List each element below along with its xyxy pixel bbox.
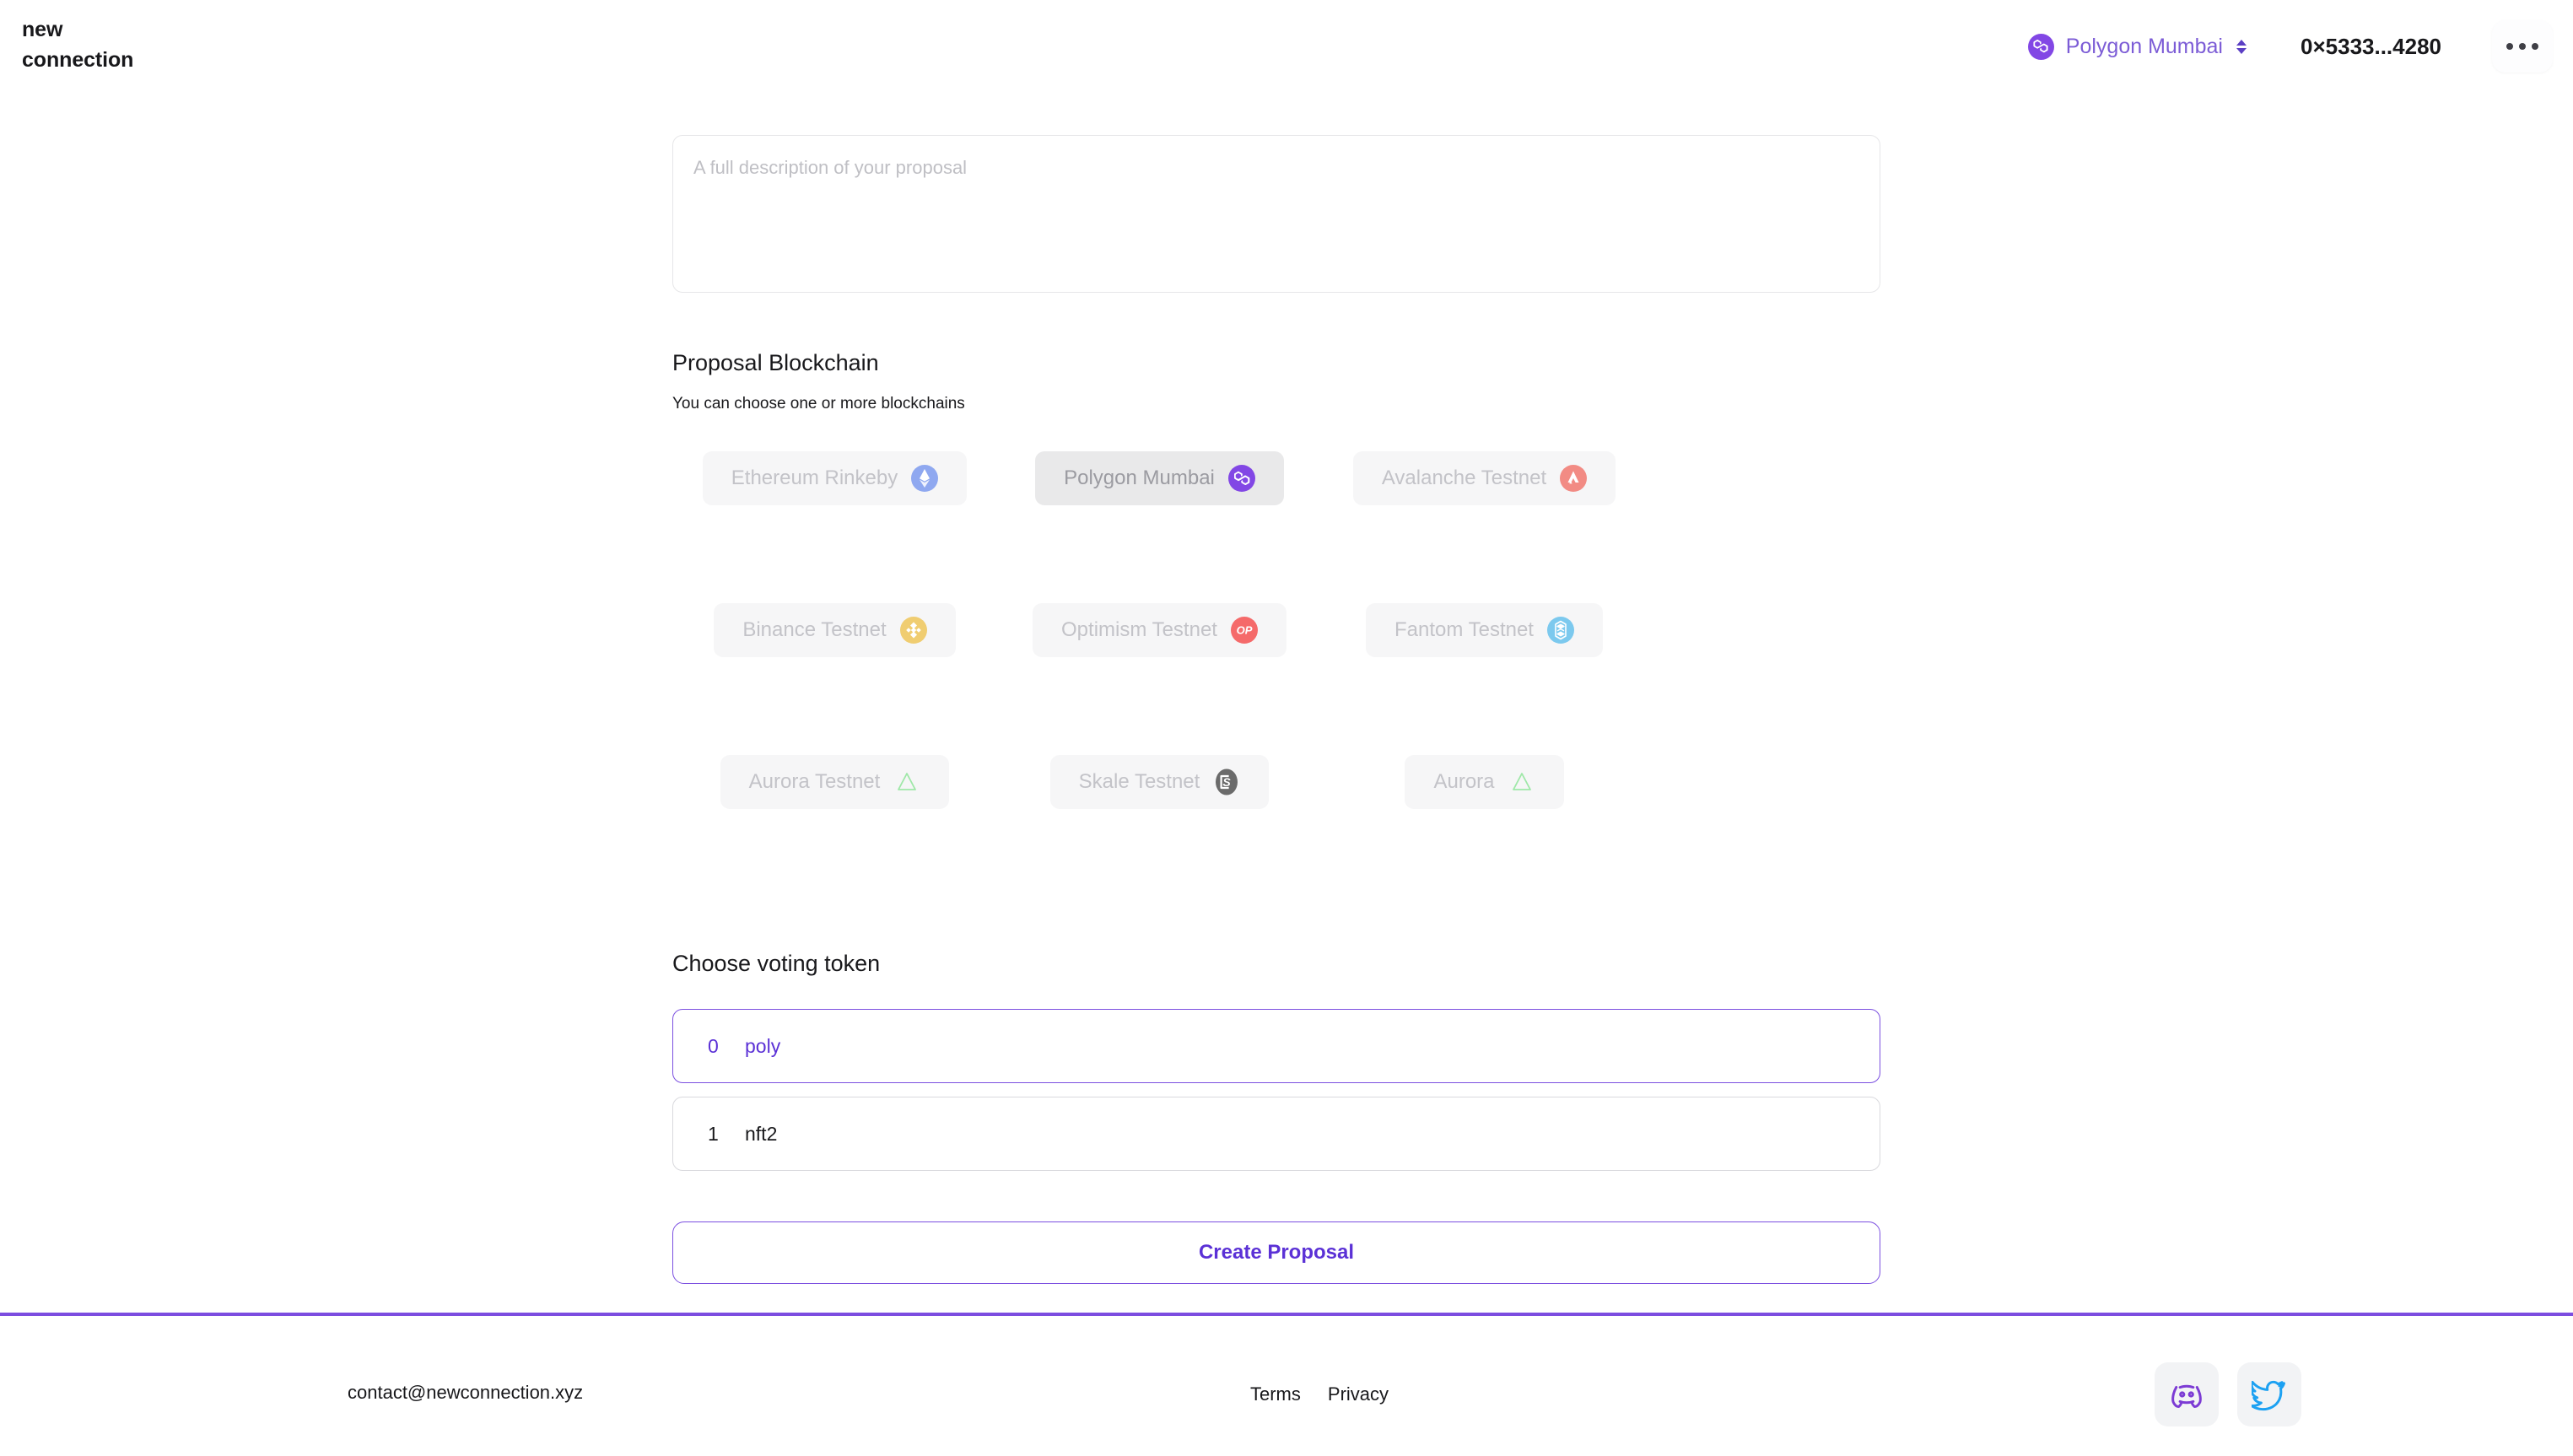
overflow-menu-button[interactable] xyxy=(2492,20,2553,73)
optimism-icon: OP xyxy=(1230,617,1258,644)
blockchain-chip-cell: Polygon Mumbai xyxy=(997,451,1322,603)
discord-button[interactable] xyxy=(2155,1362,2219,1426)
blockchain-chip-aurora[interactable]: Aurora xyxy=(1405,755,1564,809)
blockchain-chip-cell: Aurora Testnet xyxy=(672,755,997,907)
network-selector[interactable]: Polygon Mumbai xyxy=(2020,27,2255,67)
app-header: new connection Polygon Mumbai 0×5333...4… xyxy=(0,0,2573,93)
brand-logo-line-1: new xyxy=(22,18,63,41)
skale-icon: S xyxy=(1213,768,1240,795)
social-buttons xyxy=(2155,1362,2301,1426)
blockchain-chip-cell: Aurora xyxy=(1322,755,1647,907)
blockchain-chip-label: Polygon Mumbai xyxy=(1064,466,1215,489)
aurora-icon xyxy=(893,768,920,795)
proposal-form: Proposal Blockchain You can choose one o… xyxy=(672,135,1880,1284)
footer-contact-email[interactable]: contact@newconnection.xyz xyxy=(348,1382,583,1404)
blockchain-chip-label: Skale Testnet xyxy=(1078,770,1200,793)
blockchain-chip-cell: Avalanche Testnet xyxy=(1322,451,1647,603)
blockchain-chip-label: Aurora xyxy=(1433,770,1495,793)
blockchain-chip-cell: Ethereum Rinkeby xyxy=(672,451,997,603)
blockchain-chip-label: Aurora Testnet xyxy=(748,770,881,793)
blockchain-chip-fantom-testnet[interactable]: Fantom Testnet xyxy=(1366,603,1603,657)
voting-token-index: 0 xyxy=(708,1034,719,1057)
choose-voting-token-heading: Choose voting token xyxy=(672,951,881,976)
proposal-blockchain-heading: Proposal Blockchain xyxy=(672,350,879,375)
blockchain-chip-skale-testnet[interactable]: Skale Testnet S xyxy=(1049,755,1270,809)
network-name: Polygon Mumbai xyxy=(2065,34,2223,58)
binance-icon xyxy=(899,617,927,644)
svg-text:OP: OP xyxy=(1237,624,1253,637)
polygon-icon xyxy=(2027,33,2054,60)
blockchain-chip-label: Binance Testnet xyxy=(742,618,887,641)
footer-link-terms[interactable]: Terms xyxy=(1250,1383,1301,1405)
voting-token-name: nft2 xyxy=(745,1122,778,1145)
fantom-icon xyxy=(1546,617,1574,644)
blockchain-chip-label: Optimism Testnet xyxy=(1061,618,1217,641)
ethereum-icon xyxy=(911,465,939,492)
blockchain-chip-cell: Binance Testnet xyxy=(672,603,997,755)
discord-icon xyxy=(2171,1384,2202,1409)
wallet-address[interactable]: 0×5333...4280 xyxy=(2301,34,2441,60)
svg-text:S: S xyxy=(1223,775,1232,789)
blockchain-chip-avalanche-testnet[interactable]: Avalanche Testnet xyxy=(1352,451,1616,505)
brand-logo[interactable]: new connection xyxy=(22,15,133,75)
ellipsis-dot xyxy=(2506,43,2513,50)
avalanche-icon xyxy=(1560,465,1588,492)
blockchain-chip-aurora-testnet[interactable]: Aurora Testnet xyxy=(720,755,950,809)
footer-link-privacy[interactable]: Privacy xyxy=(1328,1383,1389,1405)
brand-logo-line-2: connection xyxy=(22,47,134,72)
chevron-up-down-icon xyxy=(2236,39,2247,54)
footer-links: Terms Privacy xyxy=(1250,1383,1389,1405)
ellipsis-dot xyxy=(2519,43,2526,50)
blockchain-chip-cell: Skale Testnet S xyxy=(997,755,1322,907)
voting-token-name: poly xyxy=(745,1034,781,1057)
blockchain-chip-cell: Fantom Testnet xyxy=(1322,603,1647,755)
voting-token-row[interactable]: 1 nft2 xyxy=(672,1097,1880,1171)
blockchain-chip-optimism-testnet[interactable]: Optimism Testnet OP xyxy=(1033,603,1286,657)
twitter-button[interactable] xyxy=(2237,1362,2301,1426)
voting-token-row[interactable]: 0 poly xyxy=(672,1009,1880,1083)
blockchain-chip-cell: Optimism Testnet OP xyxy=(997,603,1322,755)
aurora-icon xyxy=(1508,768,1535,795)
voting-token-index: 1 xyxy=(708,1122,719,1145)
proposal-blockchain-subtitle: You can choose one or more blockchains xyxy=(672,395,965,413)
blockchain-chip-label: Fantom Testnet xyxy=(1394,618,1534,641)
voting-token-list: 0 poly 1 nft2 xyxy=(672,1009,1880,1171)
blockchain-chip-polygon-mumbai[interactable]: Polygon Mumbai xyxy=(1035,451,1284,505)
wallet-cluster: Polygon Mumbai 0×5333...4280 xyxy=(2020,0,2553,93)
blockchain-chip-label: Ethereum Rinkeby xyxy=(731,466,898,489)
proposal-description-input[interactable] xyxy=(672,135,1880,293)
twitter-icon xyxy=(2252,1380,2285,1410)
blockchain-chip-label: Avalanche Testnet xyxy=(1381,466,1547,489)
blockchain-chip-grid: Ethereum Rinkeby Polygon Mumbai Avalanche … xyxy=(672,451,1651,907)
ellipsis-dot xyxy=(2532,43,2538,50)
blockchain-chip-ethereum-rinkeby[interactable]: Ethereum Rinkeby xyxy=(702,451,968,505)
polygon-icon xyxy=(1227,465,1255,492)
create-proposal-button[interactable]: Create Proposal xyxy=(672,1221,1880,1284)
site-footer: contact@newconnection.xyz Terms Privacy xyxy=(0,1313,2573,1456)
blockchain-chip-binance-testnet[interactable]: Binance Testnet xyxy=(714,603,956,657)
